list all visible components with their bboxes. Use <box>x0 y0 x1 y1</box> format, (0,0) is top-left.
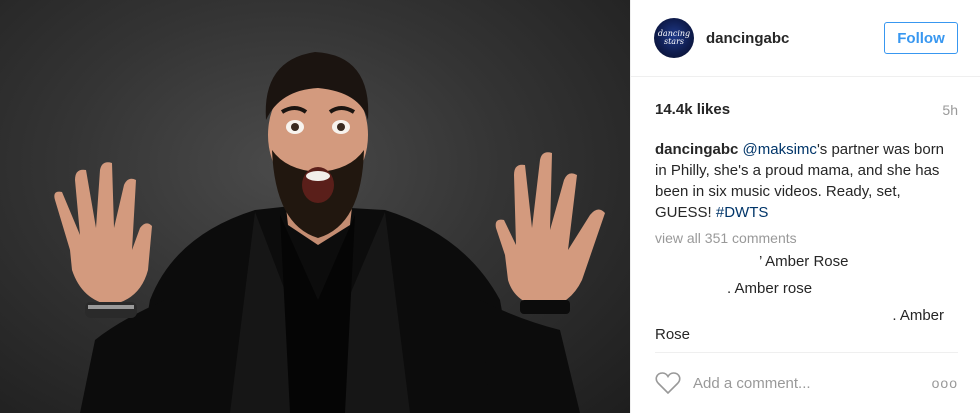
caption-mention[interactable]: @maksimc <box>743 141 817 158</box>
username[interactable]: dancingabc <box>706 30 884 47</box>
post-header: dancing stars dancingabc Follow <box>631 0 980 77</box>
heart-icon[interactable] <box>655 371 681 395</box>
post-sidebar: dancing stars dancingabc Follow 14.4k li… <box>630 0 980 413</box>
likes-count[interactable]: 14.4k likes <box>655 101 730 118</box>
more-options-icon[interactable]: ooo <box>932 375 958 391</box>
comment-item: Rose <box>655 326 691 343</box>
post-time[interactable]: 5h <box>942 102 958 118</box>
add-comment-input[interactable] <box>693 374 932 392</box>
instagram-post: dancing stars dancingabc Follow 14.4k li… <box>0 0 980 413</box>
comment-bar: ooo <box>655 352 958 413</box>
caption-hashtag[interactable]: #DWTS <box>716 204 769 221</box>
post-photo[interactable] <box>0 0 630 413</box>
comment-item: ’ Amber Rose <box>759 253 849 270</box>
caption-author[interactable]: dancingabc <box>655 141 738 158</box>
man-with-raised-hands-photo <box>54 52 605 413</box>
comment-item: . Amber <box>892 307 944 324</box>
view-all-comments-link[interactable]: view all 351 comments <box>655 230 958 246</box>
comment-item: . Amber rose <box>727 280 813 297</box>
follow-button[interactable]: Follow <box>884 22 958 54</box>
avatar[interactable]: dancing stars <box>654 18 694 58</box>
caption: dancingabc @maksimc's partner was born i… <box>655 139 958 223</box>
avatar-logo-text: dancing stars <box>657 29 691 46</box>
post-stats: 14.4k likes 5h <box>655 77 958 118</box>
